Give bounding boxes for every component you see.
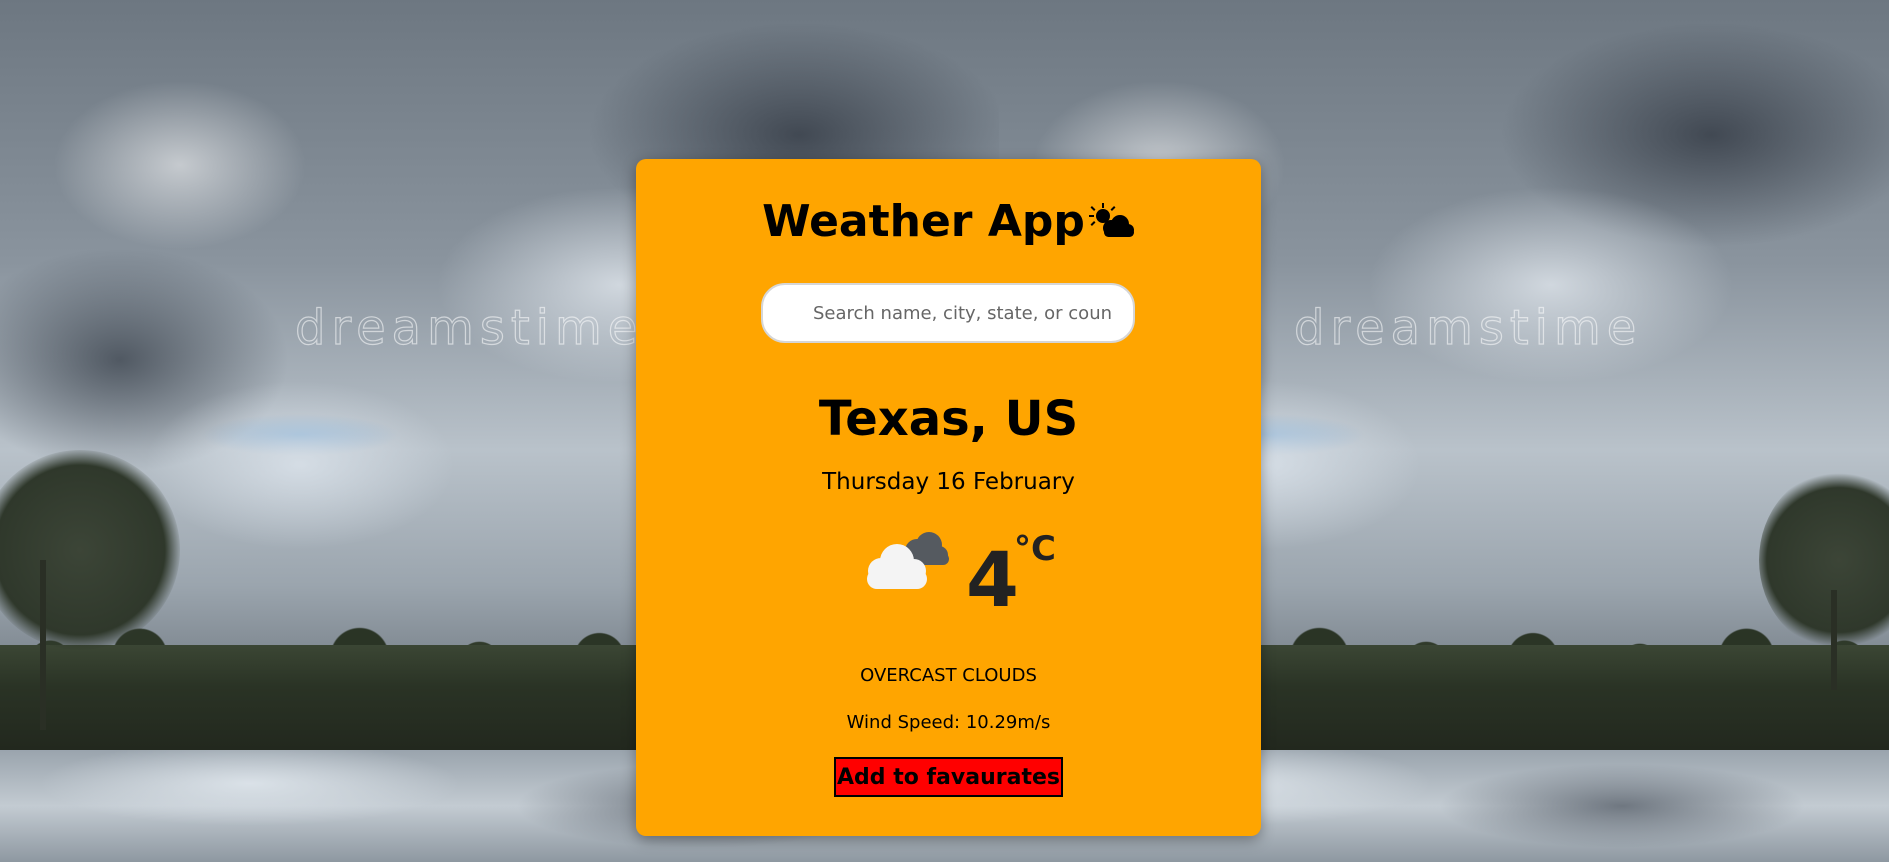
temperature-unit: °C xyxy=(1014,529,1056,569)
search-input[interactable] xyxy=(761,283,1135,343)
app-header: Weather App xyxy=(636,196,1261,248)
weather-description: OVERCAST CLOUDS xyxy=(860,665,1037,686)
current-date: Thursday 16 February xyxy=(822,469,1075,495)
add-to-favourites-button[interactable]: Add to favaurates xyxy=(834,757,1063,797)
location-name: Texas, US xyxy=(818,391,1079,447)
temperature-row: 4 °C xyxy=(636,529,1261,629)
tree-trunk xyxy=(1831,590,1837,690)
weather-card: Weather App Search name, city, state, or… xyxy=(636,159,1261,836)
app-title: Weather App xyxy=(762,196,1085,247)
overcast-clouds-icon xyxy=(859,529,951,593)
wind-speed: Wind Speed: 10.29m/s xyxy=(846,712,1051,733)
watermark: dreamstime xyxy=(1293,299,1643,356)
temperature-value: 4 xyxy=(966,535,1019,624)
sun-behind-cloud-icon xyxy=(1087,202,1135,242)
watermark: dreamstime xyxy=(294,299,644,356)
tree-trunk xyxy=(40,560,46,730)
page: dreamstime dreamstime Weather App Search… xyxy=(0,0,1889,862)
